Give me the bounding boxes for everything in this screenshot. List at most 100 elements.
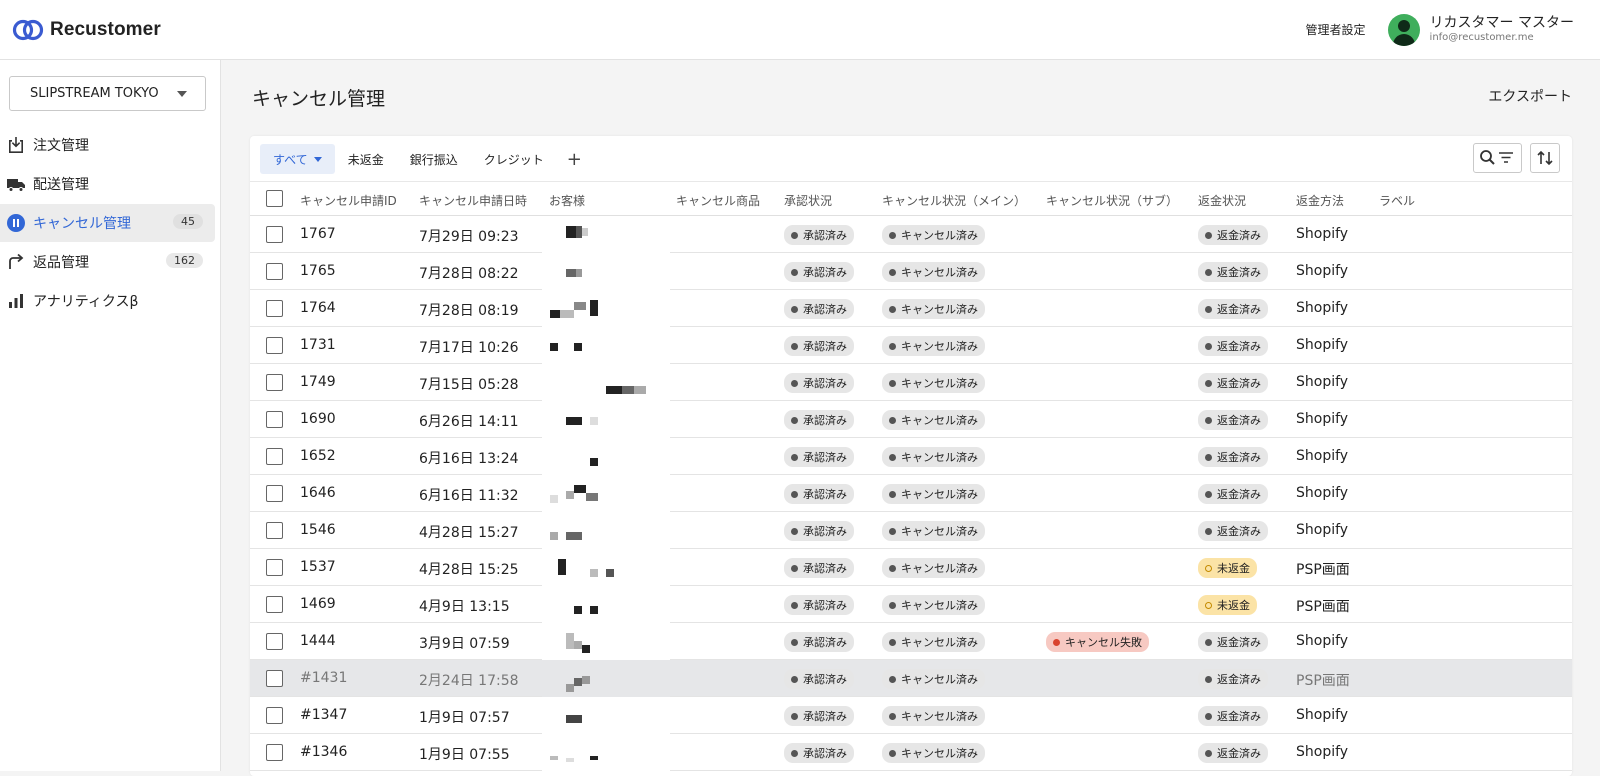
row-checkbox[interactable] [266, 522, 283, 539]
table-row[interactable]: 1652 6月16日 13:24 承認済み キャンセル済み 返金済み Shopify [250, 438, 1572, 475]
table-row[interactable]: 1731 7月17日 10:26 承認済み キャンセル済み 返金済み Shopify [250, 327, 1572, 364]
table-row[interactable]: 1749 7月15日 05:28 承認済み キャンセル済み 返金済み Shopify [250, 364, 1572, 401]
table-row[interactable]: #1346 1月9日 07:55 承認済み キャンセル済み 返金済み Shopify [250, 734, 1572, 771]
refund-method: Shopify [1296, 374, 1349, 390]
row-checkbox[interactable] [266, 744, 283, 761]
refund-status-badge: 返金済み [1198, 743, 1268, 763]
tab-bank-transfer[interactable]: 銀行振込 [397, 144, 471, 174]
redaction-pixel [566, 269, 576, 277]
cancel-id[interactable]: 1749 [300, 374, 336, 390]
customer-redacted [542, 475, 670, 512]
row-checkbox[interactable] [266, 559, 283, 576]
table-row[interactable]: #1431 2月24日 17:58 承認済み キャンセル済み 返金済み PSP画面 [250, 660, 1572, 697]
table-row[interactable]: 1444 3月9日 07:59 承認済み キャンセル済み キャンセル失敗 返金済み Shop… [250, 623, 1572, 660]
redaction-pixel [566, 715, 582, 723]
count-badge: 45 [173, 214, 203, 229]
column-header[interactable]: キャンセル状況（メイン） [882, 192, 1026, 209]
store-select[interactable]: SLIPSTREAM TOKYO [9, 76, 206, 111]
cancel-id[interactable]: #1347 [300, 707, 347, 723]
cancel-id[interactable]: 1444 [300, 633, 336, 649]
column-header[interactable]: 返金状況 [1198, 192, 1246, 209]
row-checkbox[interactable] [266, 448, 283, 465]
cancel-id[interactable]: 1690 [300, 411, 336, 427]
refund-status-badge: 未返金 [1198, 558, 1257, 578]
table-row[interactable]: 1765 7月28日 08:22 承認済み キャンセル済み 返金済み Shopify [250, 253, 1572, 290]
cancel-id[interactable]: 1731 [300, 337, 336, 353]
table-row[interactable]: 1690 6月26日 14:11 承認済み キャンセル済み 返金済み Shopify [250, 401, 1572, 438]
sidebar-item-analytics[interactable]: アナリティクスβ [0, 282, 215, 320]
cancel-id[interactable]: 1469 [300, 596, 336, 612]
row-checkbox[interactable] [266, 226, 283, 243]
tab-unrefunded[interactable]: 未返金 [335, 144, 397, 174]
table-row[interactable]: #1347 1月9日 07:57 承認済み キャンセル済み 返金済み Shopify [250, 697, 1572, 734]
cancel-sub-status-badge: キャンセル失敗 [1046, 632, 1149, 652]
redaction-pixel [590, 606, 598, 614]
sidebar-item-orders[interactable]: 注文管理 [0, 126, 215, 164]
sidebar-item-returns[interactable]: 返品管理 162 [0, 243, 215, 281]
column-header[interactable]: キャンセル申請日時 [419, 192, 527, 209]
redaction-pixel [560, 310, 574, 318]
app-logo[interactable]: Recustomer [12, 19, 161, 41]
table-row[interactable]: 1767 7月29日 09:23 承認済み キャンセル済み 返金済み Shopify [250, 216, 1572, 253]
column-header[interactable]: キャンセル申請ID [300, 192, 397, 209]
export-button[interactable]: エクスポート [1488, 86, 1572, 106]
table-row[interactable]: 1469 4月9日 13:15 承認済み キャンセル済み 未返金 PSP画面 [250, 586, 1572, 623]
row-checkbox[interactable] [266, 263, 283, 280]
redaction-pixel [550, 343, 558, 351]
user-info[interactable]: リカスタマー マスター info@recustomer.me [1430, 15, 1574, 42]
table-row[interactable]: 1764 7月28日 08:19 承認済み キャンセル済み 返金済み Shopify [250, 290, 1572, 327]
refund-method: Shopify [1296, 411, 1349, 427]
column-header[interactable]: キャンセル状況（サブ） [1046, 192, 1178, 209]
refund-status-badge: 返金済み [1198, 521, 1268, 541]
search-filter-button[interactable] [1473, 143, 1522, 173]
table-row[interactable]: 1646 6月16日 11:32 承認済み キャンセル済み 返金済み Shopify [250, 475, 1572, 512]
row-checkbox[interactable] [266, 633, 283, 650]
tab-credit[interactable]: クレジット [471, 144, 557, 174]
cancel-id[interactable]: 1767 [300, 226, 336, 242]
refund-method: Shopify [1296, 633, 1349, 649]
sort-button[interactable] [1530, 143, 1560, 173]
cancel-id[interactable]: 1764 [300, 300, 336, 316]
app-name: Recustomer [50, 18, 161, 40]
row-checkbox[interactable] [266, 374, 283, 391]
column-header[interactable]: ラベル [1379, 192, 1415, 209]
redaction-pixel [574, 343, 582, 351]
sidebar-item-shipping[interactable]: 配送管理 [0, 165, 215, 203]
cancel-main-status-badge: キャンセル済み [882, 706, 985, 726]
sidebar-item-cancellations[interactable]: キャンセル管理 45 [0, 204, 215, 242]
refund-method: Shopify [1296, 707, 1349, 723]
redaction-pixel [574, 485, 586, 493]
column-header[interactable]: キャンセル商品 [676, 192, 760, 209]
row-checkbox[interactable] [266, 596, 283, 613]
redaction-pixel [606, 569, 614, 577]
refund-method: Shopify [1296, 263, 1349, 279]
column-header[interactable]: 返金方法 [1296, 192, 1344, 209]
add-tab-button[interactable]: + [557, 149, 592, 170]
page-title: キャンセル管理 [252, 88, 386, 110]
cancel-id[interactable]: 1765 [300, 263, 336, 279]
row-checkbox[interactable] [266, 670, 283, 687]
row-checkbox[interactable] [266, 337, 283, 354]
cancel-id[interactable]: #1346 [300, 744, 347, 760]
row-checkbox[interactable] [266, 707, 283, 724]
cancel-id[interactable]: 1646 [300, 485, 336, 501]
row-checkbox[interactable] [266, 300, 283, 317]
redaction-pixel [576, 269, 582, 277]
user-avatar[interactable] [1387, 13, 1420, 46]
row-checkbox[interactable] [266, 411, 283, 428]
cancel-date: 4月28日 15:27 [419, 525, 519, 541]
row-checkbox[interactable] [266, 485, 283, 502]
cancel-id[interactable]: #1431 [300, 670, 347, 686]
table-row[interactable]: 1537 4月28日 15:25 承認済み キャンセル済み 未返金 PSP画面 [250, 549, 1572, 586]
cancel-id[interactable]: 1546 [300, 522, 336, 538]
customer-redacted [542, 660, 670, 697]
tab-all[interactable]: すべて [260, 144, 335, 174]
select-all-checkbox[interactable] [266, 190, 283, 207]
column-header[interactable]: お客様 [549, 192, 585, 209]
column-header[interactable]: 承認状況 [784, 192, 832, 209]
table-row[interactable]: 1546 4月28日 15:27 承認済み キャンセル済み 返金済み Shopify [250, 512, 1572, 549]
cancel-id[interactable]: 1652 [300, 448, 336, 464]
customer-redacted [542, 364, 670, 401]
cancel-id[interactable]: 1537 [300, 559, 336, 575]
admin-settings-link[interactable]: 管理者設定 [1306, 21, 1366, 38]
